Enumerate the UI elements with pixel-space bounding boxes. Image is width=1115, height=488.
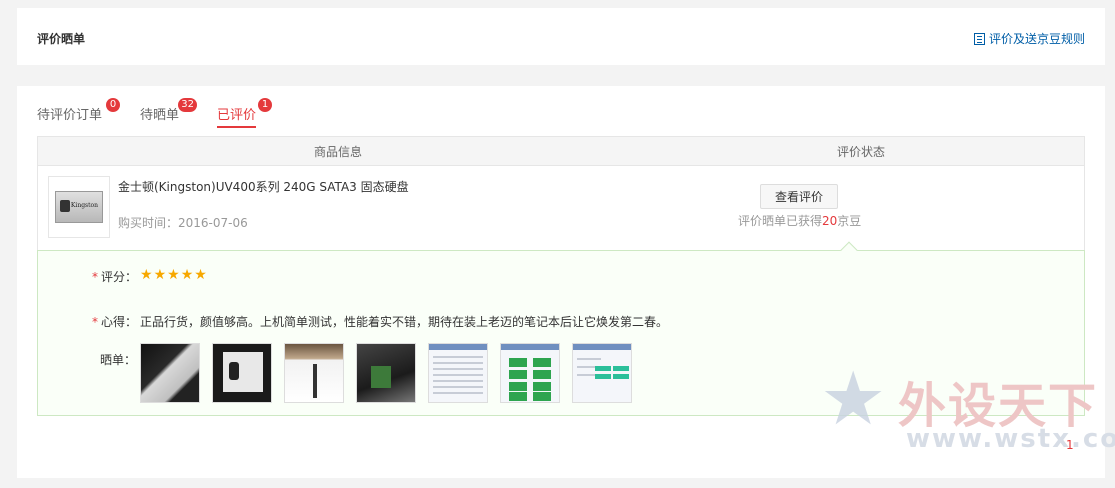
- tab-label: 待晒单: [140, 108, 180, 123]
- tab-label: 待评价订单: [37, 108, 103, 123]
- review-tabs: 待评价订单 0 待晒单 32 已评价 1: [37, 98, 274, 128]
- screenshot-titlebar: [501, 344, 559, 350]
- screenshot-titlebar: [573, 344, 631, 350]
- star-icon: ★: [180, 267, 194, 283]
- benchmark-cell: [533, 358, 551, 367]
- screenshot-line: [433, 368, 483, 370]
- ssd-image: Kingston: [55, 191, 103, 223]
- count-badge: 32: [178, 98, 198, 112]
- order-table: 商品信息 评价状态 Kingston 金士顿(Kingston)UV400系列 …: [37, 136, 1085, 416]
- document-icon: [973, 32, 985, 45]
- column-header-product: 商品信息: [313, 144, 362, 159]
- ssd-image: [223, 352, 263, 392]
- page-title: 评价晒单: [37, 32, 86, 46]
- experience-label: * 心得：: [92, 313, 137, 330]
- review-photo[interactable]: [284, 343, 344, 403]
- photo-gallery: [140, 343, 632, 403]
- review-photo[interactable]: [212, 343, 272, 403]
- photo-detail: [313, 364, 317, 398]
- screenshot-titlebar: [429, 344, 487, 350]
- screenshot-line: [433, 362, 483, 364]
- review-photo[interactable]: [140, 343, 200, 403]
- star-icon: ★: [153, 267, 167, 283]
- table-row: Kingston 金士顿(Kingston)UV400系列 240G SATA3…: [37, 166, 1085, 250]
- benchmark-cell: [613, 374, 629, 379]
- product-name-link[interactable]: 金士顿(Kingston)UV400系列 240G SATA3 固态硬盘: [118, 178, 409, 195]
- tab-pending-review[interactable]: 待评价订单 0: [37, 98, 121, 128]
- purchase-date: 购买时间：2016-07-06: [118, 214, 248, 231]
- beans-earned: 评价晒单已获得20京豆: [738, 212, 861, 229]
- header-card: 评价晒单 评价及送京豆规则: [17, 8, 1105, 65]
- rating-label: * 评分：: [92, 268, 137, 285]
- benchmark-cell: [533, 392, 551, 401]
- tab-reviewed[interactable]: 已评价 1: [217, 98, 273, 128]
- earned-amount: 20: [822, 214, 838, 228]
- rating-label-text: 评分：: [101, 270, 138, 284]
- benchmark-cell: [613, 366, 629, 371]
- rules-link[interactable]: 评价及送京豆规则: [973, 30, 1085, 47]
- purchase-label: 购买时间：: [118, 216, 179, 230]
- screenshot-line: [433, 392, 483, 394]
- count-badge: 0: [106, 98, 121, 112]
- tab-label: 已评价: [217, 108, 257, 123]
- benchmark-cell: [595, 366, 611, 371]
- benchmark-cell: [509, 358, 527, 367]
- earned-suffix: 京豆: [837, 214, 862, 228]
- tab-pending-photos[interactable]: 待晒单 32: [140, 98, 198, 128]
- earned-prefix: 评价晒单已获得: [738, 214, 823, 228]
- benchmark-cell: [595, 374, 611, 379]
- experience-text: 正品行货，颜值够高。上机简单测试，性能着实不错，期待在装上老迈的笔记本后让它焕发…: [140, 315, 669, 329]
- screenshot-line: [433, 386, 483, 388]
- view-review-button[interactable]: 查看评价: [760, 184, 838, 209]
- photos-label: 晒单：: [100, 353, 137, 367]
- count-badge: 1: [258, 98, 273, 112]
- column-header-status: 评价状态: [836, 144, 885, 159]
- screenshot-line: [433, 356, 483, 358]
- benchmark-cell: [509, 370, 527, 379]
- benchmark-cell: [509, 392, 527, 401]
- screenshot-line: [577, 358, 601, 360]
- table-header: 商品信息 评价状态: [37, 136, 1085, 166]
- rules-link-label: 评价及送京豆规则: [988, 32, 1085, 46]
- screenshot-line: [433, 380, 483, 382]
- purchase-date-value: 2016-07-06: [178, 216, 248, 230]
- thumb-brand: Kingston: [70, 202, 98, 209]
- star-icon: ★: [140, 267, 153, 283]
- review-photo[interactable]: [356, 343, 416, 403]
- screenshot-line: [433, 374, 483, 376]
- review-detail-panel: * 评分： ★ ★ ★ ★ ★ * 心得： 正品行货，颜值够高。上机简单测试，性能着…: [37, 241, 1085, 416]
- photo-detail: [371, 366, 391, 388]
- benchmark-cell: [533, 370, 551, 379]
- review-card: 待评价订单 0 待晒单 32 已评价 1 商品信息 评价状态 Kingston …: [17, 86, 1105, 478]
- rating-stars: ★ ★ ★ ★ ★: [140, 268, 207, 282]
- review-photo[interactable]: [572, 343, 632, 403]
- benchmark-cell: [533, 382, 551, 391]
- pagination-current[interactable]: 1: [1066, 438, 1074, 452]
- required-mark: *: [92, 315, 98, 329]
- star-icon: ★: [167, 267, 180, 283]
- benchmark-cell: [509, 382, 527, 391]
- experience-label-text: 心得：: [101, 315, 138, 329]
- review-photo[interactable]: [428, 343, 488, 403]
- review-photo[interactable]: [500, 343, 560, 403]
- required-mark: *: [92, 270, 98, 284]
- star-icon: ★: [194, 267, 207, 283]
- product-thumbnail[interactable]: Kingston: [48, 176, 110, 238]
